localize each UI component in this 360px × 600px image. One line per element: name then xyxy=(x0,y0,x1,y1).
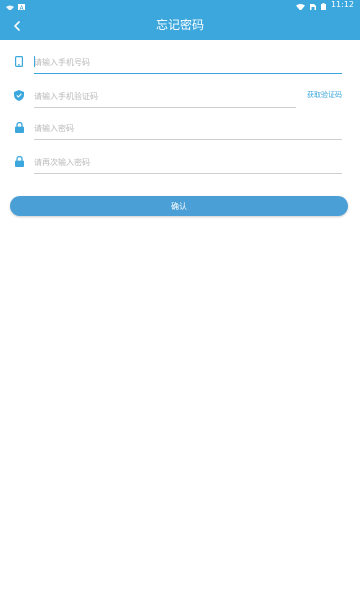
phone-underline xyxy=(34,73,342,74)
status-bar-left: A xyxy=(6,0,25,12)
confirm-password-row xyxy=(10,150,342,174)
shield-check-icon xyxy=(13,89,25,101)
page-title: 忘记密码 xyxy=(155,18,204,32)
phone-input[interactable] xyxy=(34,52,334,72)
password-row xyxy=(10,116,342,140)
code-input[interactable] xyxy=(34,86,274,106)
app-bar: 忘记密码 xyxy=(0,10,360,40)
confirm-button[interactable]: 确认 xyxy=(10,196,348,216)
confirm-password-underline xyxy=(34,173,342,174)
code-underline xyxy=(34,107,296,108)
confirm-password-input[interactable] xyxy=(34,152,334,172)
phone-row xyxy=(10,50,342,74)
phone-icon xyxy=(13,55,25,67)
password-input[interactable] xyxy=(34,118,334,138)
chevron-left-icon xyxy=(13,16,21,35)
status-bar-right: 11:12 xyxy=(295,0,354,11)
lock-icon xyxy=(13,155,25,167)
status-time: 11:12 xyxy=(330,0,354,9)
code-row: 获取验证码 xyxy=(10,84,342,108)
status-bar: A 11:12 xyxy=(0,0,360,12)
password-underline xyxy=(34,139,342,140)
lock-icon xyxy=(13,121,25,133)
get-code-button[interactable]: 获取验证码 xyxy=(307,90,342,100)
back-button[interactable] xyxy=(6,14,28,36)
